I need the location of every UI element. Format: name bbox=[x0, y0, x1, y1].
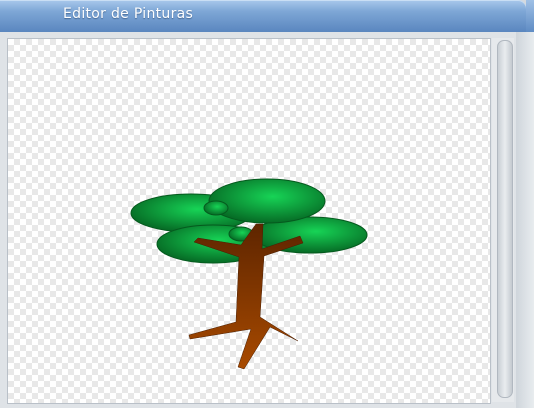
window-right-edge bbox=[516, 32, 534, 408]
window-title: Editor de Pinturas bbox=[63, 6, 194, 22]
foliage-small-1 bbox=[203, 200, 229, 216]
tree-drawing bbox=[130, 178, 368, 370]
drawing-canvas[interactable] bbox=[7, 38, 491, 404]
vertical-scrollbar-thumb[interactable] bbox=[497, 40, 513, 398]
paint-editor-window: Editor de Pinturas bbox=[0, 0, 534, 408]
title-bar[interactable]: Editor de Pinturas bbox=[0, 0, 526, 32]
tree-trunk bbox=[188, 223, 304, 370]
foliage-top bbox=[208, 178, 326, 224]
title-bar-edge bbox=[526, 0, 534, 32]
